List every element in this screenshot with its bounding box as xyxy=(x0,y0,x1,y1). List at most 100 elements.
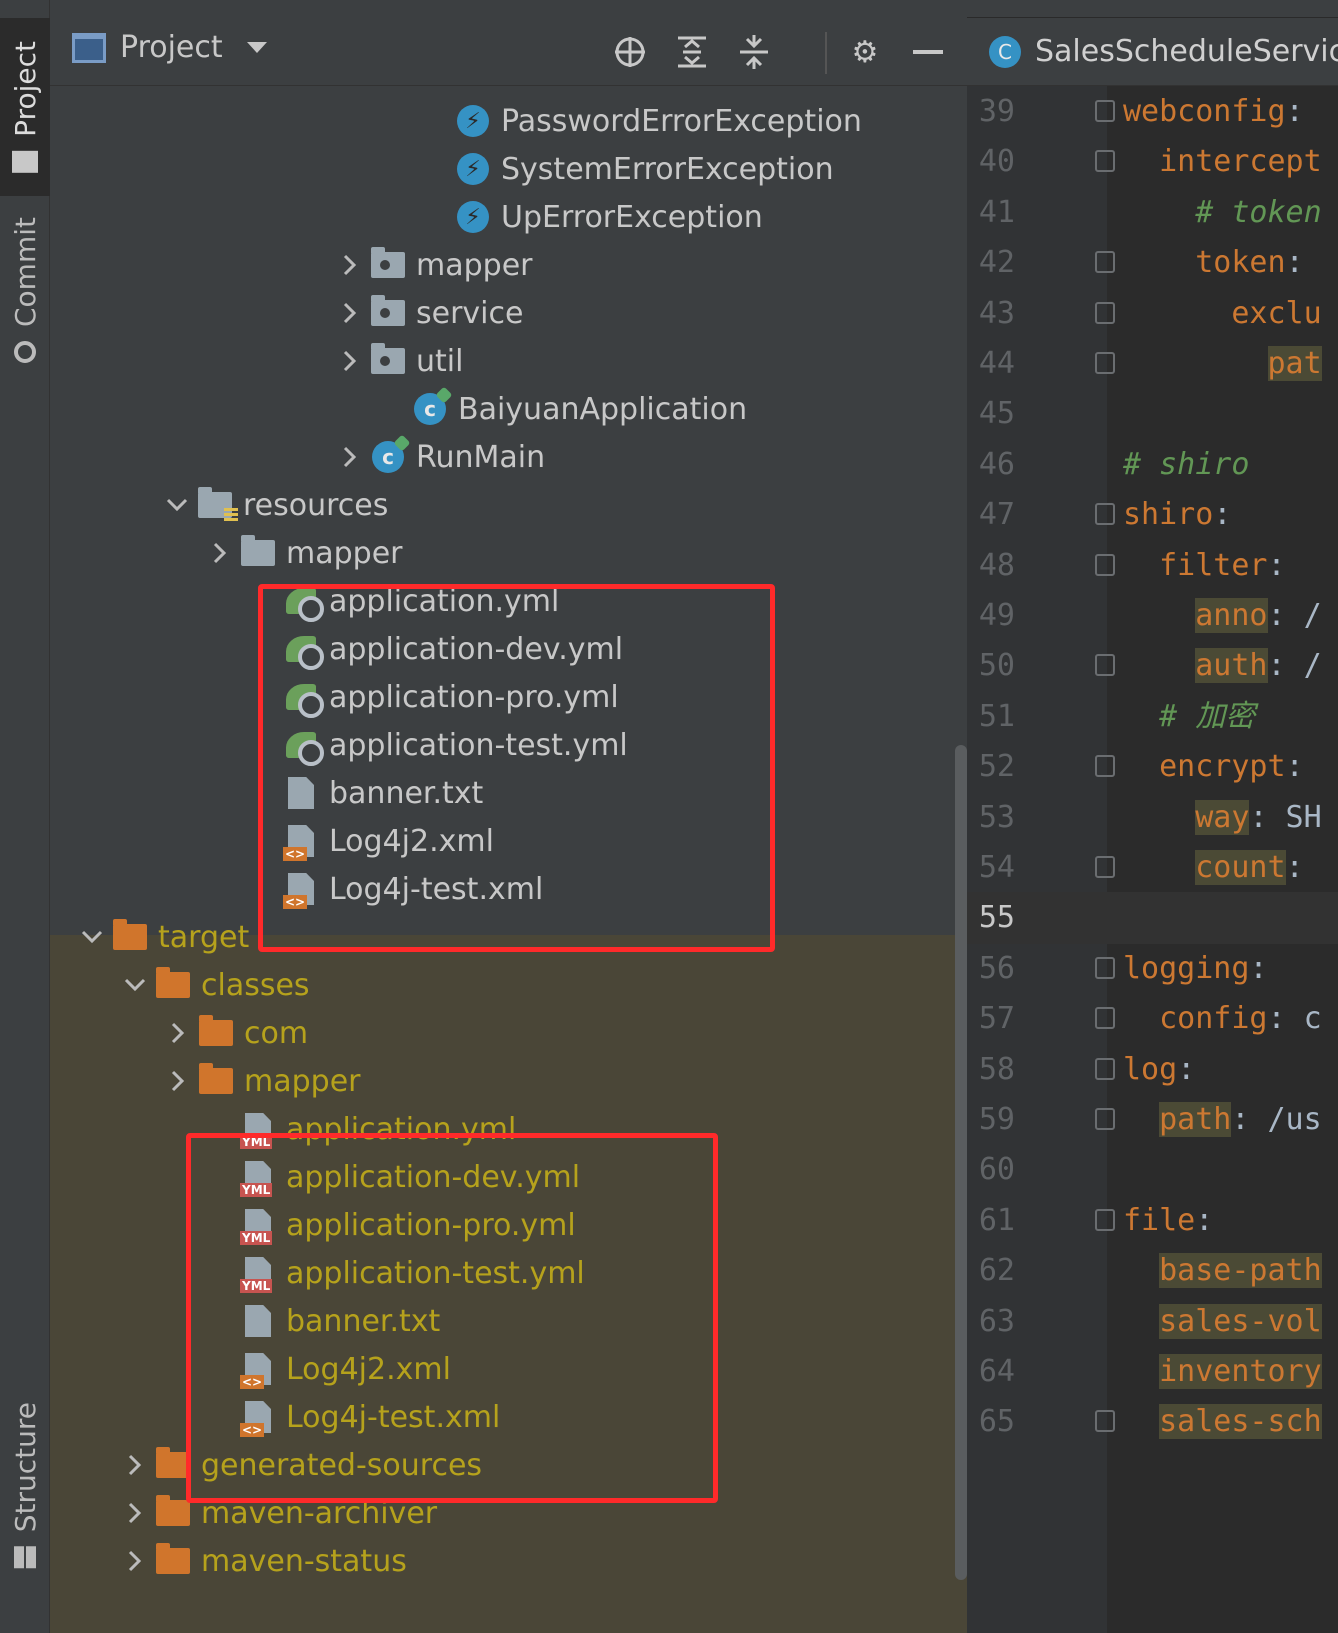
code-text: # 加密 xyxy=(1123,698,1256,734)
tree-scrollbar[interactable] xyxy=(955,745,967,1580)
code-line[interactable]: 61 file: xyxy=(967,1195,1338,1247)
fold-marker-icon[interactable] xyxy=(1095,352,1115,374)
project-tool-tab[interactable]: Project xyxy=(0,18,50,196)
commit-tab-label: Commit xyxy=(8,217,42,327)
line-number: 60 xyxy=(978,1152,1015,1188)
line-number: 51 xyxy=(978,698,1015,734)
fold-marker-icon[interactable] xyxy=(1095,1057,1115,1080)
fold-marker-icon[interactable] xyxy=(1095,100,1115,122)
project-view-selector[interactable]: Project xyxy=(72,30,267,65)
package-icon xyxy=(370,295,406,331)
fold-marker-icon[interactable] xyxy=(1095,1007,1115,1030)
locate-icon[interactable] xyxy=(610,32,650,72)
structure-tool-tab[interactable]: Structure xyxy=(0,1395,50,1575)
tree-row[interactable]: mapper xyxy=(50,1056,955,1106)
chevron-right-icon[interactable] xyxy=(330,350,370,372)
code-line[interactable]: 42 token: xyxy=(967,237,1338,289)
chevron-down-icon[interactable] xyxy=(157,498,197,512)
tree-row[interactable]: com xyxy=(50,1008,955,1058)
gear-icon[interactable]: ⚙ xyxy=(845,32,885,72)
line-number: 58 xyxy=(978,1051,1015,1087)
fold-marker-icon[interactable] xyxy=(1095,755,1115,778)
chevron-down-icon[interactable] xyxy=(72,930,112,944)
code-line[interactable]: 47 shiro: xyxy=(967,489,1338,541)
tree-row[interactable]: ⚡ PasswordErrorException xyxy=(50,96,955,146)
code-line[interactable]: 55 xyxy=(967,892,1338,945)
fold-marker-icon[interactable] xyxy=(1095,856,1115,878)
code-line[interactable]: 43 exclu xyxy=(967,288,1338,340)
editor-tab[interactable]: C SalesScheduleService xyxy=(967,18,1338,86)
code-line[interactable]: 39 webconfig: xyxy=(967,86,1338,138)
code-line[interactable]: 46 # shiro xyxy=(967,439,1338,491)
code-line[interactable]: 51 # 加密 xyxy=(967,691,1338,743)
fold-marker-icon[interactable] xyxy=(1095,150,1115,173)
code-line[interactable]: 62 base-path xyxy=(967,1245,1338,1297)
exception-class-icon: ⚡ xyxy=(455,151,491,187)
fold-marker-icon[interactable] xyxy=(1095,503,1115,526)
code-line[interactable]: 64 inventory xyxy=(967,1346,1338,1398)
code-text: webconfig: xyxy=(1123,94,1304,129)
fold-marker-icon[interactable] xyxy=(1095,301,1115,324)
chevron-right-icon[interactable] xyxy=(115,1502,155,1524)
collapse-all-icon[interactable] xyxy=(734,32,774,72)
code-text: intercept xyxy=(1159,144,1322,180)
minimize-icon[interactable] xyxy=(908,32,948,72)
tree-row[interactable]: ⚡ UpErrorException xyxy=(50,192,955,242)
code-line[interactable]: 59 path: /us xyxy=(967,1094,1338,1146)
fold-marker-icon[interactable] xyxy=(1095,1208,1115,1231)
code-line[interactable]: 57 config: c xyxy=(967,993,1338,1045)
chevron-down-icon[interactable] xyxy=(115,978,155,992)
project-tab-label: Project xyxy=(8,41,42,137)
tree-row[interactable]: service xyxy=(50,288,955,338)
tree-row-label: mapper xyxy=(416,247,533,283)
code-line[interactable]: 52 encrypt: xyxy=(967,741,1338,793)
chevron-right-icon[interactable] xyxy=(158,1070,198,1092)
code-line[interactable]: 56 logging: xyxy=(967,943,1338,995)
code-text: sales-vol xyxy=(1159,1303,1322,1339)
code-line[interactable]: 40 intercept xyxy=(967,136,1338,188)
line-number: 59 xyxy=(978,1102,1015,1137)
tree-row-label: UpErrorException xyxy=(501,199,763,235)
expand-all-icon[interactable] xyxy=(672,32,712,72)
commit-tool-tab[interactable]: Commit xyxy=(0,210,50,370)
code-line[interactable]: 44 pat xyxy=(967,338,1338,390)
fold-marker-icon[interactable] xyxy=(1095,654,1115,677)
fold-marker-icon[interactable] xyxy=(1095,956,1115,979)
code-line[interactable]: 48 filter: xyxy=(967,540,1338,592)
code-line[interactable]: 41 # token xyxy=(967,187,1338,239)
code-line[interactable]: 63 sales-vol xyxy=(967,1296,1338,1348)
exception-class-icon: ⚡ xyxy=(455,103,491,139)
fold-marker-icon[interactable] xyxy=(1095,1108,1115,1130)
code-line[interactable]: 60 xyxy=(967,1144,1338,1196)
fold-marker-icon[interactable] xyxy=(1095,1410,1115,1433)
code-text: # token xyxy=(1123,194,1322,230)
code-line[interactable]: 58 log: xyxy=(967,1044,1338,1096)
fold-marker-icon[interactable] xyxy=(1095,251,1115,274)
tree-row[interactable]: c BaiyuanApplication xyxy=(50,384,955,434)
code-line[interactable]: 50 auth: / xyxy=(967,640,1338,692)
line-number: 63 xyxy=(978,1303,1015,1339)
tree-row[interactable]: resources xyxy=(50,480,955,530)
code-text: anno: / xyxy=(1195,598,1322,633)
chevron-right-icon[interactable] xyxy=(330,254,370,276)
tree-row[interactable]: ⚡ SystemErrorException xyxy=(50,144,955,194)
chevron-right-icon[interactable] xyxy=(115,1454,155,1476)
chevron-right-icon[interactable] xyxy=(158,1022,198,1044)
tree-row[interactable]: mapper xyxy=(50,240,955,290)
code-line[interactable]: 54 count: xyxy=(967,842,1338,894)
code-line[interactable]: 49 anno: / xyxy=(967,590,1338,642)
chevron-right-icon[interactable] xyxy=(330,446,370,468)
chevron-right-icon[interactable] xyxy=(200,542,240,564)
tree-row[interactable]: classes xyxy=(50,960,955,1010)
tree-row[interactable]: c RunMain xyxy=(50,432,955,482)
tree-row[interactable]: mapper xyxy=(50,528,955,578)
editor-tab-title: SalesScheduleService xyxy=(1035,34,1338,69)
code-line[interactable]: 53 way: SH xyxy=(967,792,1338,844)
code-line[interactable]: 45 xyxy=(967,388,1338,440)
code-line[interactable]: 65 sales-sch xyxy=(967,1396,1338,1448)
tree-row[interactable]: util xyxy=(50,336,955,386)
chevron-right-icon[interactable] xyxy=(115,1550,155,1572)
tree-row[interactable]: maven-status xyxy=(50,1536,955,1586)
fold-marker-icon[interactable] xyxy=(1095,553,1115,576)
chevron-right-icon[interactable] xyxy=(330,302,370,324)
